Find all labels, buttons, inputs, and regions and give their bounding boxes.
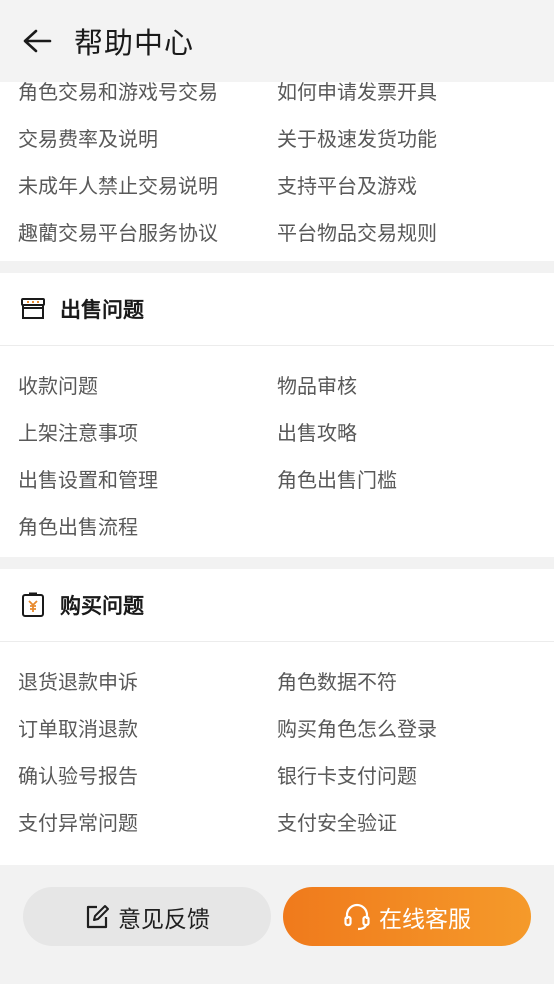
feedback-label: 意见反馈 bbox=[118, 906, 210, 933]
headset-icon bbox=[343, 903, 371, 931]
edit-icon bbox=[84, 904, 110, 930]
help-link[interactable]: 收款问题 bbox=[18, 363, 277, 410]
help-link[interactable]: 未成年人禁止交易说明 bbox=[18, 163, 277, 210]
help-link[interactable]: 支付安全验证 bbox=[277, 800, 554, 847]
intro-section: 角色交易和游戏号交易 如何申请发票开具 交易费率及说明 关于极速发货功能 未成年… bbox=[0, 82, 554, 261]
help-link[interactable]: 支付异常问题 bbox=[18, 800, 277, 847]
help-link[interactable]: 上架注意事项 bbox=[18, 410, 277, 457]
help-link[interactable]: 出售攻略 bbox=[277, 410, 554, 457]
bottom-action-bar: 意见反馈 在线客服 bbox=[0, 878, 554, 984]
help-link[interactable]: 退货退款申诉 bbox=[18, 659, 277, 706]
help-link[interactable]: 角色出售门槛 bbox=[277, 457, 554, 504]
help-link[interactable]: 趣藺交易平台服务协议 bbox=[18, 210, 277, 257]
help-link[interactable]: 出售设置和管理 bbox=[18, 457, 277, 504]
buy-section-title: 购买问题 bbox=[60, 594, 144, 618]
help-link[interactable]: 购买角色怎么登录 bbox=[277, 706, 554, 753]
help-link[interactable]: 物品审核 bbox=[277, 363, 554, 410]
store-icon bbox=[20, 296, 46, 322]
section-divider bbox=[0, 557, 554, 569]
online-service-button[interactable]: 在线客服 bbox=[283, 887, 531, 946]
yuan-receipt-icon bbox=[20, 592, 46, 618]
back-button[interactable] bbox=[0, 0, 74, 82]
help-link[interactable]: 角色出售流程 bbox=[18, 504, 277, 551]
help-link[interactable]: 如何申请发票开具 bbox=[277, 82, 554, 116]
help-link[interactable]: 确认验号报告 bbox=[18, 753, 277, 800]
section-divider bbox=[0, 261, 554, 273]
sell-section-header: 出售问题 bbox=[0, 273, 554, 346]
help-center-page: 帮助中心 角色交易和游戏号交易 如何申请发票开具 交易费率及说明 关于极速发货功… bbox=[0, 0, 554, 984]
buy-section: 购买问题 退货退款申诉 角色数据不符 订单取消退款 购买角色怎么登录 确认验号报… bbox=[0, 569, 554, 865]
help-content[interactable]: 角色交易和游戏号交易 如何申请发票开具 交易费率及说明 关于极速发货功能 未成年… bbox=[0, 82, 554, 878]
sell-section-title: 出售问题 bbox=[60, 298, 144, 322]
buy-links: 退货退款申诉 角色数据不符 订单取消退款 购买角色怎么登录 确认验号报告 银行卡… bbox=[0, 659, 554, 847]
help-link[interactable]: 角色交易和游戏号交易 bbox=[18, 82, 277, 116]
sell-section: 出售问题 收款问题 物品审核 上架注意事项 出售攻略 出售设置和管理 角色出售门… bbox=[0, 273, 554, 557]
intro-links: 角色交易和游戏号交易 如何申请发票开具 交易费率及说明 关于极速发货功能 未成年… bbox=[0, 82, 554, 257]
help-link[interactable]: 平台物品交易规则 bbox=[277, 210, 554, 257]
sell-links: 收款问题 物品审核 上架注意事项 出售攻略 出售设置和管理 角色出售门槛 角色出… bbox=[0, 363, 554, 551]
help-link[interactable]: 银行卡支付问题 bbox=[277, 753, 554, 800]
top-bar: 帮助中心 bbox=[0, 0, 554, 82]
help-link[interactable]: 角色数据不符 bbox=[277, 659, 554, 706]
feedback-button[interactable]: 意见反馈 bbox=[23, 887, 271, 946]
buy-section-header: 购买问题 bbox=[0, 569, 554, 642]
help-link[interactable]: 支持平台及游戏 bbox=[277, 163, 554, 210]
help-link[interactable]: 交易费率及说明 bbox=[18, 116, 277, 163]
help-link[interactable]: 订单取消退款 bbox=[18, 706, 277, 753]
back-arrow-icon bbox=[22, 28, 52, 54]
page-title: 帮助中心 bbox=[74, 26, 195, 60]
help-link[interactable]: 关于极速发货功能 bbox=[277, 116, 554, 163]
online-service-label: 在线客服 bbox=[379, 906, 471, 933]
